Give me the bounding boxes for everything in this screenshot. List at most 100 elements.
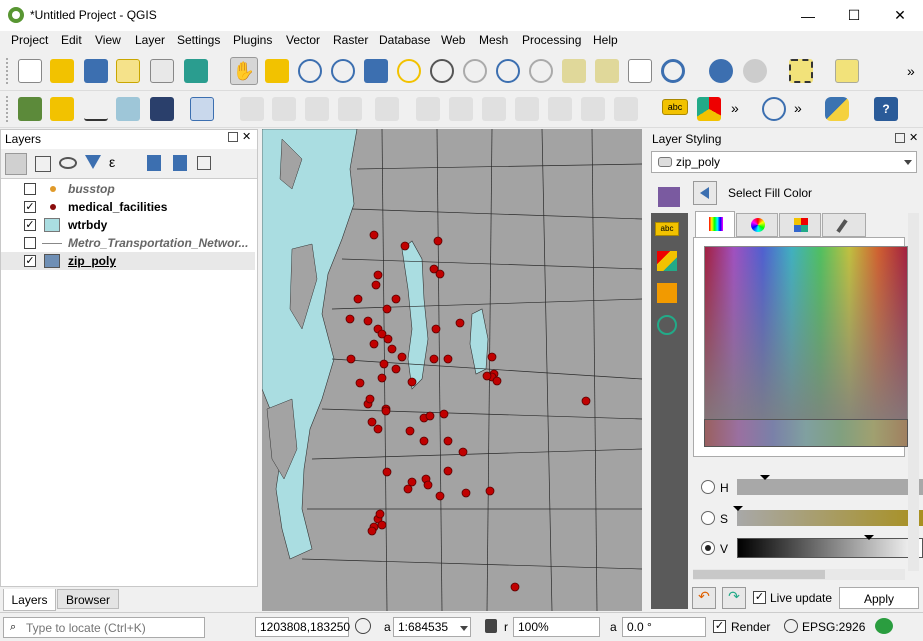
horizontal-scrollbar[interactable]: [693, 569, 905, 580]
metasearch-icon[interactable]: [762, 97, 786, 121]
style-layer-icon[interactable]: [5, 153, 27, 175]
new-geopackage-icon[interactable]: [50, 97, 74, 121]
menu-help[interactable]: Help: [593, 33, 618, 47]
3d-view-tab-icon[interactable]: [657, 251, 677, 271]
add-vector-icon[interactable]: [116, 97, 140, 121]
horizontal-scrollbar-thumb[interactable]: [693, 570, 825, 579]
radio-v-selected[interactable]: [701, 541, 715, 555]
style-manager-icon[interactable]: [184, 59, 208, 83]
symbology-tab-icon[interactable]: [658, 187, 680, 207]
zoom-next-icon[interactable]: [529, 59, 553, 83]
menu-raster[interactable]: Raster: [333, 33, 368, 47]
diagram-icon[interactable]: [697, 97, 721, 121]
pan-map-icon[interactable]: ✋: [230, 57, 258, 85]
collapse-all-icon[interactable]: [173, 155, 187, 171]
undo-style-button[interactable]: ↶: [692, 587, 716, 609]
map-canvas[interactable]: [262, 129, 642, 611]
value-slider-handle[interactable]: [864, 535, 874, 540]
python-console-icon[interactable]: [825, 97, 849, 121]
mask-tab-icon[interactable]: [657, 283, 677, 303]
menu-processing[interactable]: Processing: [522, 33, 581, 47]
crs-label[interactable]: EPSG:2926: [802, 620, 865, 634]
back-button[interactable]: [693, 181, 717, 205]
new-project-icon[interactable]: [18, 59, 42, 83]
menu-web[interactable]: Web: [441, 33, 465, 47]
toolbar-grip[interactable]: [6, 58, 10, 84]
layer-checkbox[interactable]: ✓: [24, 255, 36, 267]
saturation-slider[interactable]: [737, 510, 923, 526]
save-project-icon[interactable]: [84, 59, 108, 83]
value-slider[interactable]: [737, 538, 923, 558]
zoom-native-icon[interactable]: [463, 59, 487, 83]
tab-layers[interactable]: Layers: [3, 589, 56, 611]
toolbar-overflow-3-icon[interactable]: »: [794, 100, 802, 116]
layer-checkbox[interactable]: ✓: [24, 219, 36, 231]
hue-slider-handle[interactable]: [760, 475, 770, 480]
rotation-field[interactable]: 0.0 °: [622, 617, 706, 637]
labels-tab-icon[interactable]: abc: [655, 222, 679, 236]
tab-color-wheel[interactable]: [736, 213, 778, 237]
layer-row-metro-transportation[interactable]: Metro_Transportation_Networ...: [4, 234, 254, 252]
scale-dropdown-icon[interactable]: [460, 626, 468, 631]
layer-checkbox[interactable]: ✓: [24, 201, 36, 213]
tab-color-ramp[interactable]: [695, 211, 735, 237]
menu-plugins[interactable]: Plugins: [233, 33, 272, 47]
menu-edit[interactable]: Edit: [61, 33, 82, 47]
remove-layer-icon[interactable]: [197, 156, 211, 170]
locator-input[interactable]: [26, 620, 202, 635]
actions-icon[interactable]: [743, 59, 767, 83]
open-project-icon[interactable]: [50, 59, 74, 83]
deselect-icon[interactable]: [835, 59, 859, 83]
pan-to-selection-icon[interactable]: [265, 59, 289, 83]
hue-saturation-area[interactable]: [704, 246, 908, 447]
data-source-manager-icon[interactable]: [18, 97, 42, 121]
spatial-bookmark-icon[interactable]: [628, 59, 652, 83]
manage-visibility-icon[interactable]: [59, 157, 77, 169]
coordinate-field[interactable]: 1203808,183250: [255, 617, 350, 637]
menu-vector[interactable]: Vector: [286, 33, 320, 47]
hue-slider[interactable]: [737, 479, 923, 495]
zoom-in-icon[interactable]: [298, 59, 322, 83]
toggle-extents-icon[interactable]: [355, 618, 371, 634]
float-panel-icon[interactable]: [228, 132, 238, 142]
render-checkbox[interactable]: ✓: [713, 620, 726, 633]
menu-mesh[interactable]: Mesh: [479, 33, 508, 47]
tab-swatches[interactable]: [779, 213, 821, 237]
redo-style-button[interactable]: ↷: [722, 587, 746, 609]
minimize-button[interactable]: —: [785, 0, 831, 31]
zoom-out-icon[interactable]: [331, 59, 355, 83]
tab-browser[interactable]: Browser: [57, 589, 119, 609]
layer-row-busstop[interactable]: busstop: [4, 180, 254, 198]
refresh-icon[interactable]: [661, 59, 685, 83]
select-features-icon[interactable]: [789, 59, 813, 83]
new-map-view-icon[interactable]: [562, 59, 586, 83]
layer-row-zip-poly[interactable]: ✓ zip_poly: [1, 252, 255, 270]
new-shapefile-icon[interactable]: [84, 97, 108, 121]
add-group-icon[interactable]: [35, 156, 51, 172]
menu-project[interactable]: Project: [11, 33, 48, 47]
history-tab-icon[interactable]: [657, 315, 677, 335]
locator-bar[interactable]: ⌕: [3, 617, 205, 638]
label-tool-icon[interactable]: abc: [662, 99, 688, 115]
layer-select-dropdown[interactable]: zip_poly: [651, 151, 917, 173]
tab-color-picker[interactable]: [822, 213, 866, 237]
radio-h[interactable]: [701, 480, 715, 494]
menu-view[interactable]: View: [95, 33, 121, 47]
expand-all-icon[interactable]: [147, 155, 161, 171]
help-icon[interactable]: ?: [874, 97, 898, 121]
apply-button[interactable]: Apply: [839, 587, 919, 609]
menu-database[interactable]: Database: [379, 33, 430, 47]
new-print-layout-icon[interactable]: [116, 59, 140, 83]
close-styling-icon[interactable]: ✕: [909, 131, 918, 144]
layout-manager-icon[interactable]: [150, 59, 174, 83]
add-raster-icon[interactable]: [150, 97, 174, 121]
new-3d-view-icon[interactable]: [595, 59, 619, 83]
crs-globe-icon[interactable]: [784, 619, 798, 633]
zoom-to-layer-icon[interactable]: [430, 59, 454, 83]
menu-layer[interactable]: Layer: [135, 33, 165, 47]
vertical-scrollbar[interactable]: [908, 213, 919, 571]
magnifier-field[interactable]: 100%: [513, 617, 600, 637]
toolbar-overflow-icon[interactable]: »: [907, 63, 915, 79]
zoom-full-icon[interactable]: [364, 59, 388, 83]
toolbar-overflow-2-icon[interactable]: »: [731, 100, 739, 116]
